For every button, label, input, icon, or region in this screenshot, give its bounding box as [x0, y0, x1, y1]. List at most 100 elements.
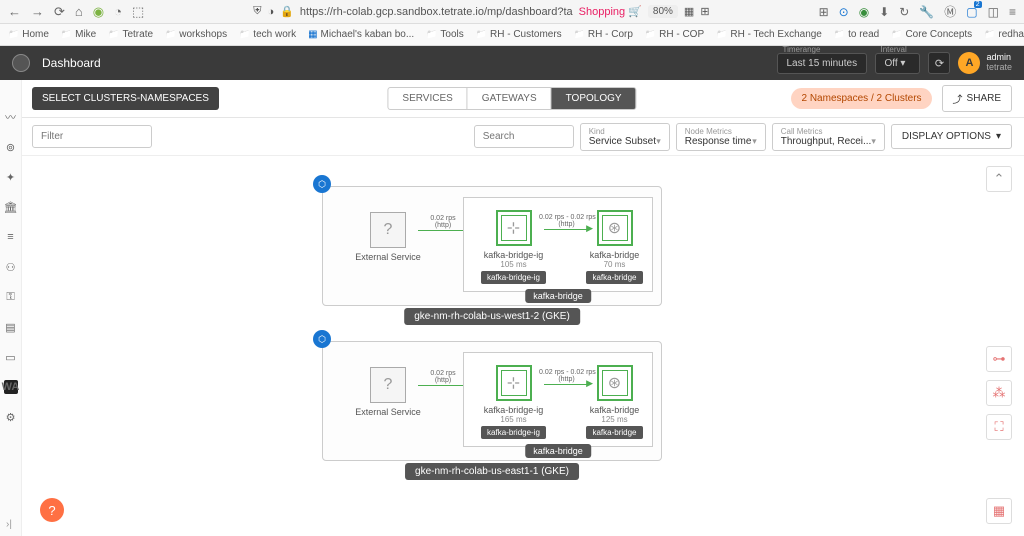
edge-ext-to-ig [418, 230, 468, 231]
chevron-down-icon: ▾ [656, 136, 661, 147]
ext2-icon[interactable]: ◔ [114, 4, 122, 20]
left-sidebar: 〰 ⊚ ✦ 🏛 ≡ ⚇ ⚿ ▤ ▭ WA ⚙ [0, 80, 22, 536]
chevron-down-icon: ▾ [900, 58, 905, 69]
bookmark-mike[interactable]: Mike [61, 29, 96, 40]
ext3-icon[interactable]: ⊙ [839, 5, 849, 19]
app-header: Dashboard Timerange Last 15 minutes Inte… [0, 46, 1024, 80]
app-logo-icon[interactable] [12, 54, 30, 72]
bookmark-rh-tech[interactable]: RH - Tech Exchange [716, 29, 822, 40]
refresh-button[interactable]: ⟳ [928, 52, 950, 74]
avatar: A [958, 52, 980, 74]
sidebar-chart-icon[interactable]: 〰 [4, 110, 18, 124]
timerange-select[interactable]: Timerange Last 15 minutes [777, 53, 867, 74]
tools-icon[interactable]: 🔧 [919, 5, 934, 19]
download-icon[interactable]: ⬇ [879, 5, 889, 19]
bookmark-kaban[interactable]: Michael's kaban bo... [308, 29, 414, 40]
container-icon[interactable]: ▢2 [966, 5, 977, 19]
sidebar-puzzle-icon[interactable]: ✦ [4, 170, 18, 184]
service-node-bridge[interactable]: ⊛ kafka-bridge 125 ms kafka-bridge [582, 365, 647, 439]
chevron-down-icon: ▾ [996, 131, 1001, 142]
view-tabs: SERVICES GATEWAYS TOPOLOGY [387, 87, 636, 110]
cluster-icon: ⬡ [313, 330, 331, 348]
grid-icon[interactable]: ⊞ [700, 5, 709, 18]
bookmark-techwork[interactable]: tech work [239, 29, 296, 40]
sidebar-building-icon[interactable]: 🏛 [4, 200, 18, 214]
share-button[interactable]: ⤴SHARE [942, 85, 1012, 112]
bookmark-workshops[interactable]: workshops [165, 29, 227, 40]
bookmark-rh-customers[interactable]: RH - Customers [476, 29, 562, 40]
topology-canvas[interactable]: ⌃ ⊶ ⁂ ⛶ ▦ ⬡ gke-nm-rh-colab-us-west1-2 (… [22, 156, 1024, 536]
select-clusters-button[interactable]: SELECT CLUSTERS-NAMESPACES [32, 87, 219, 110]
calendar-button[interactable]: ▦ [986, 498, 1012, 524]
layout-radial-button[interactable]: ⁂ [986, 380, 1012, 406]
tab-topology[interactable]: TOPOLOGY [552, 88, 636, 109]
bookmark-rh-corp[interactable]: RH - Corp [574, 29, 633, 40]
namespace-group[interactable]: kafka-bridge ⊹ kafka-bridge-ig 105 ms ka… [463, 197, 653, 292]
history-icon[interactable]: ↻ [899, 5, 909, 19]
bookmark-rh-cop[interactable]: RH - COP [645, 29, 704, 40]
bookmark-tetrate[interactable]: Tetrate [108, 29, 153, 40]
tab-gateways[interactable]: GATEWAYS [468, 88, 552, 109]
bookmark-redhat[interactable]: redhat-tabs [984, 29, 1024, 40]
sidebar-users-icon[interactable]: ⚇ [4, 260, 18, 274]
display-options-button[interactable]: DISPLAY OPTIONS▾ [891, 124, 1012, 149]
collapse-all-button[interactable]: ⌃ [986, 166, 1012, 192]
edge-ext-to-ig [418, 385, 468, 386]
service-node-bridge[interactable]: ⊛ kafka-bridge 70 ms kafka-bridge [582, 210, 647, 284]
expand-sidebar-icon[interactable]: ›| [6, 519, 12, 530]
bookmark-home[interactable]: Home [8, 29, 49, 40]
ext-icon[interactable]: ◉ [93, 4, 104, 20]
library-icon[interactable]: ◫ [988, 5, 999, 19]
back-icon[interactable]: ← [8, 4, 21, 20]
search-input[interactable] [474, 125, 574, 148]
account-icon[interactable]: Ⓜ [944, 3, 956, 20]
call-metrics-dropdown[interactable]: Call Metrics Throughput, Recei...▾ [772, 123, 885, 151]
sidebar-book-icon[interactable]: ▭ [4, 350, 18, 364]
bookmark-toread[interactable]: to read [834, 29, 879, 40]
apps-icon[interactable]: ⊞ [819, 5, 829, 19]
menu-icon[interactable]: ≡ [1009, 5, 1016, 19]
namespace-group[interactable]: kafka-bridge ⊹ kafka-bridge-ig 165 ms ka… [463, 352, 653, 447]
kind-dropdown[interactable]: Kind Service Subset▾ [580, 123, 670, 151]
perm-icon: ◑ [268, 6, 275, 18]
sidebar-stack-icon[interactable]: ≡ [4, 230, 18, 244]
node-metrics-dropdown[interactable]: Node Metrics Response time▾ [676, 123, 766, 151]
filter-input[interactable] [32, 125, 152, 148]
scope-pill[interactable]: 2 Namespaces / 2 Clusters [791, 88, 931, 109]
cluster-label: gke-nm-rh-colab-us-west1-2 (GKE) [404, 308, 580, 325]
shopping-indicator[interactable]: Shopping 🛒 [579, 5, 642, 18]
pocket-icon[interactable]: ⬚ [132, 4, 144, 20]
reload-icon[interactable]: ⟳ [54, 4, 65, 20]
cluster-label: gke-nm-rh-colab-us-east1-1 (GKE) [405, 463, 579, 480]
reader-icon[interactable]: ▦ [684, 5, 694, 18]
user-menu[interactable]: A admin tetrate [958, 52, 1012, 74]
url-bar[interactable]: ⛨ ◑ 🔒 https://rh-colab.gcp.sandbox.tetra… [152, 5, 810, 18]
external-service-node[interactable]: ? External Service [353, 367, 423, 417]
cluster-group-east[interactable]: ⬡ gke-nm-rh-colab-us-east1-1 (GKE) ? Ext… [322, 341, 662, 461]
help-button[interactable]: ? [40, 498, 64, 522]
sidebar-layers-icon[interactable]: ▤ [4, 320, 18, 334]
tab-services[interactable]: SERVICES [388, 88, 467, 109]
crop-button[interactable]: ⛶ [986, 414, 1012, 440]
layout-hierarchy-button[interactable]: ⊶ [986, 346, 1012, 372]
cluster-group-west[interactable]: ⬡ gke-nm-rh-colab-us-west1-2 (GKE) ? Ext… [322, 186, 662, 306]
shield-icon: ⛨ [253, 5, 261, 18]
home-icon[interactable]: ⌂ [75, 4, 83, 20]
interval-select[interactable]: Interval Off ▾ [875, 53, 920, 74]
external-service-node[interactable]: ? External Service [353, 212, 423, 262]
sidebar-cluster-icon[interactable]: ⊚ [4, 140, 18, 154]
bookmark-core[interactable]: Core Concepts [891, 29, 972, 40]
zoom-level[interactable]: 80% [648, 5, 678, 18]
ext4-icon[interactable]: ◉ [859, 5, 869, 19]
forward-icon[interactable]: → [31, 4, 44, 20]
main-toolbar: SELECT CLUSTERS-NAMESPACES SERVICES GATE… [0, 80, 1024, 118]
chevron-down-icon: ▾ [871, 136, 876, 147]
sidebar-gear-icon[interactable]: ⚙ [4, 410, 18, 424]
cluster-icon: ⬡ [313, 175, 331, 193]
sidebar-wa-icon[interactable]: WA [4, 380, 18, 394]
sidebar-key-icon[interactable]: ⚿ [4, 290, 18, 304]
user-org: tetrate [986, 63, 1012, 73]
lock-icon: 🔒 [280, 5, 294, 18]
bookmark-tools[interactable]: Tools [426, 29, 464, 40]
chevron-down-icon: ▾ [752, 136, 757, 147]
